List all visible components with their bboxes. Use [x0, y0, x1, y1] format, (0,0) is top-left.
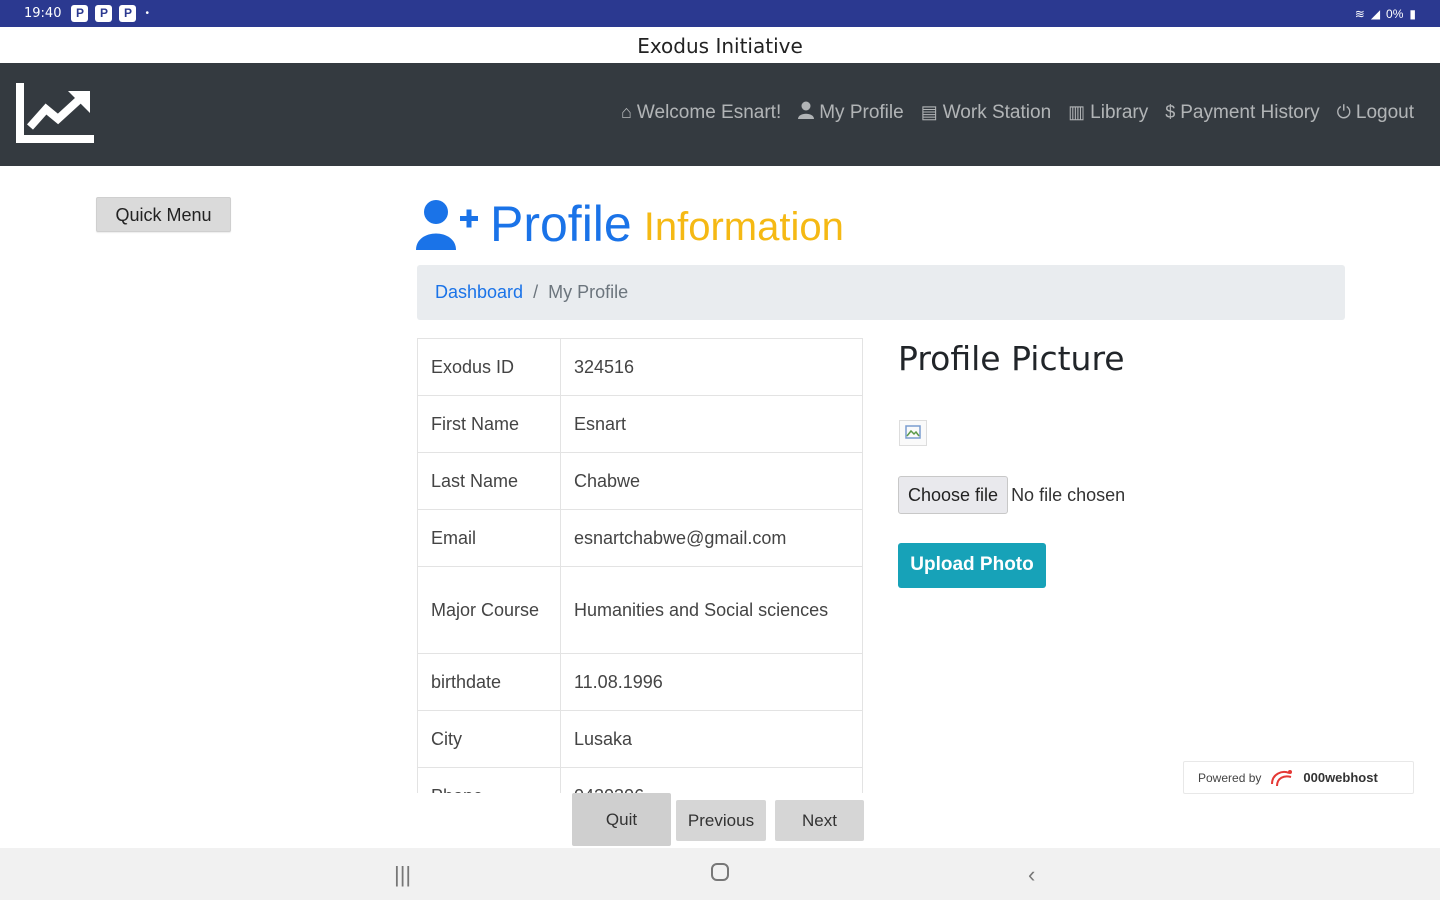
notification-p-icon: P — [95, 5, 113, 22]
status-time: 19:40 — [24, 6, 62, 21]
battery-icon: ▮ — [1409, 6, 1416, 21]
breadcrumb-separator: / — [533, 282, 539, 302]
row-value: 0420306 — [560, 767, 863, 793]
table-row: First Name Esnart — [417, 395, 863, 453]
notification-dot-icon: • — [145, 8, 149, 19]
row-label: Phone — [417, 767, 561, 793]
wifi-icon: ≋ — [1354, 6, 1365, 21]
row-value: Humanities and Social sciences — [560, 566, 863, 654]
table-row: Exodus ID 324516 — [417, 338, 863, 396]
row-label: Major Course — [417, 566, 561, 654]
page-title: Profile Information — [416, 196, 844, 252]
page-title-main: Profile — [490, 196, 632, 252]
row-label: birthdate — [417, 653, 561, 711]
row-value: 11.08.1996 — [560, 653, 863, 711]
nav-logout[interactable]: ⏻ Logout — [1337, 101, 1414, 124]
webhost-logo-icon — [1271, 769, 1293, 786]
powered-by-text: Powered by — [1198, 770, 1262, 785]
profile-table-container[interactable]: Exodus ID 324516 First Name Esnart Last … — [417, 338, 863, 793]
nav-menu: ⌂ Welcome Esnart! My Profile ▤ Work Stat… — [621, 101, 1414, 124]
table-row: City Lusaka — [417, 710, 863, 768]
system-status-bar: 19:40 P P P • ≋ ◢ 0% ▮ — [0, 0, 1440, 27]
row-label: Last Name — [417, 452, 561, 510]
nav-work-station-label: Work Station — [942, 101, 1052, 123]
recent-apps-icon[interactable]: ||| — [394, 862, 411, 888]
row-value: Esnart — [560, 395, 863, 453]
row-value: esnartchabwe@gmail.com — [560, 509, 863, 567]
calculator-icon: ▤ — [920, 102, 938, 122]
system-navigation-bar: ||| ‹ — [0, 848, 1440, 900]
user-plus-icon — [416, 200, 478, 250]
nav-welcome[interactable]: ⌂ Welcome Esnart! — [621, 101, 781, 124]
upload-photo-button[interactable]: Upload Photo — [898, 543, 1046, 588]
nav-library[interactable]: ▥ Library — [1068, 101, 1148, 124]
battery-level: 0% — [1386, 6, 1404, 21]
notification-p-icon: P — [71, 5, 89, 22]
nav-logout-label: Logout — [1355, 101, 1414, 123]
powered-by-badge[interactable]: Powered by 000webhost — [1183, 761, 1414, 794]
profile-picture-title: Profile Picture — [898, 339, 1125, 378]
breadcrumb-dashboard-link[interactable]: Dashboard — [435, 282, 523, 303]
quit-button[interactable]: Quit — [572, 793, 671, 846]
row-label: First Name — [417, 395, 561, 453]
book-icon: ▥ — [1068, 102, 1086, 122]
table-row: Last Name Chabwe — [417, 452, 863, 510]
app-title: Exodus Initiative — [0, 27, 1440, 63]
row-label: Exodus ID — [417, 338, 561, 396]
profile-table: Exodus ID 324516 First Name Esnart Last … — [417, 338, 863, 793]
nav-library-label: Library — [1090, 101, 1149, 123]
row-label: Email — [417, 509, 561, 567]
file-input: Choose file No file chosen — [898, 476, 1125, 514]
row-value: 324516 — [560, 338, 863, 396]
home-button-icon[interactable] — [710, 862, 730, 888]
table-row: Phone 0420306 — [417, 767, 863, 793]
page-title-sub: Information — [643, 205, 844, 249]
nav-my-profile[interactable]: My Profile — [798, 101, 904, 124]
user-icon — [798, 101, 815, 124]
back-icon[interactable]: ‹ — [1028, 862, 1035, 888]
powered-by-host: 000webhost — [1303, 770, 1378, 785]
choose-file-button[interactable]: Choose file — [898, 476, 1009, 514]
nav-payment-history[interactable]: $ Payment History — [1165, 101, 1319, 124]
file-status-text: No file chosen — [1011, 484, 1126, 505]
row-value: Chabwe — [560, 452, 863, 510]
chart-growth-logo-icon[interactable] — [16, 83, 94, 143]
table-row: Major Course Humanities and Social scien… — [417, 566, 863, 654]
previous-button[interactable]: Previous — [676, 800, 766, 841]
breadcrumb-current: My Profile — [548, 282, 629, 302]
breadcrumb: Dashboard / My Profile — [417, 265, 1345, 320]
table-row: birthdate 11.08.1996 — [417, 653, 863, 711]
status-right: ≋ ◢ 0% ▮ — [1355, 7, 1416, 21]
power-icon: ⏻ — [1336, 102, 1351, 122]
dollar-icon: $ — [1165, 102, 1176, 122]
signal-icon: ◢ — [1370, 6, 1381, 21]
row-label: City — [417, 710, 561, 768]
nav-payment-history-label: Payment History — [1180, 101, 1320, 123]
notification-p-icon: P — [119, 5, 137, 22]
table-row: Email esnartchabwe@gmail.com — [417, 509, 863, 567]
next-button[interactable]: Next — [775, 800, 864, 841]
nav-work-station[interactable]: ▤ Work Station — [921, 101, 1051, 124]
broken-image-icon — [899, 420, 927, 446]
top-navbar: ⌂ Welcome Esnart! My Profile ▤ Work Stat… — [0, 63, 1440, 166]
nav-my-profile-label: My Profile — [819, 101, 904, 123]
quick-menu-button[interactable]: Quick Menu — [96, 197, 231, 232]
home-icon: ⌂ — [621, 102, 632, 122]
row-value: Lusaka — [560, 710, 863, 768]
nav-welcome-label: Welcome Esnart! — [636, 101, 782, 123]
